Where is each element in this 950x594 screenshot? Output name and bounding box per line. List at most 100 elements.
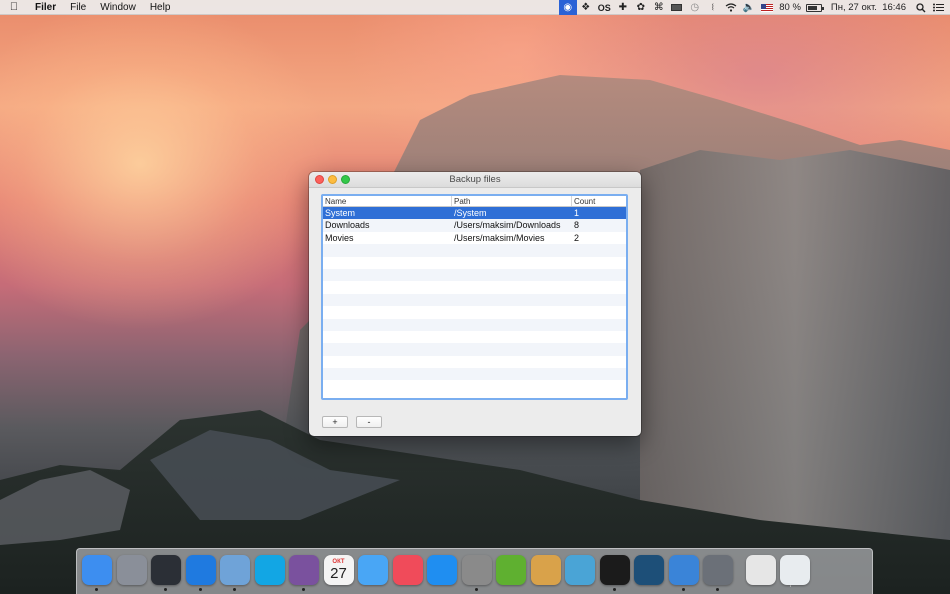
clock[interactable]: Пн, 27 окт. 16:46 bbox=[825, 0, 912, 15]
column-header-path[interactable]: Path bbox=[452, 196, 572, 206]
backup-table[interactable]: Name Path Count System /System 1 Downloa… bbox=[321, 194, 628, 400]
title-bar[interactable]: Backup files bbox=[309, 172, 641, 188]
preview-tile bbox=[220, 555, 250, 585]
empty-row bbox=[323, 268, 626, 282]
coda-icon[interactable] bbox=[495, 554, 527, 586]
add-button[interactable]: + bbox=[322, 416, 348, 428]
bird-icon[interactable]: ✿ bbox=[632, 0, 650, 15]
skype-icon[interactable] bbox=[254, 554, 286, 586]
cell-path: /Users/maksim/Movies bbox=[454, 232, 545, 243]
cell-count: 1 bbox=[574, 208, 580, 218]
command-icon[interactable]: ⌘ bbox=[650, 0, 668, 15]
cell-name: Downloads bbox=[325, 220, 370, 231]
launchpad-tile bbox=[116, 555, 147, 585]
battery-percent[interactable]: 80 % bbox=[776, 0, 803, 15]
volume-icon[interactable]: 🔈 bbox=[740, 0, 758, 15]
running-indicator bbox=[681, 588, 685, 591]
cell-count: 2 bbox=[574, 232, 580, 243]
finder-icon[interactable] bbox=[81, 554, 113, 591]
messages-tile bbox=[358, 555, 388, 585]
flag-us-icon[interactable] bbox=[758, 0, 776, 15]
table-header: Name Path Count bbox=[323, 196, 626, 207]
dropbox-icon[interactable]: ❖ bbox=[577, 0, 595, 15]
app-store-tile bbox=[427, 555, 457, 585]
remove-button[interactable]: - bbox=[356, 416, 382, 428]
running-indicator bbox=[716, 588, 719, 591]
empty-row bbox=[323, 318, 626, 331]
os-icon[interactable]: OS bbox=[595, 0, 614, 15]
empty-row bbox=[323, 380, 626, 392]
running-indicator bbox=[198, 588, 202, 591]
xcode-icon[interactable] bbox=[668, 554, 700, 591]
disk-utility-icon[interactable] bbox=[702, 554, 734, 591]
dock: ОКТ 27 bbox=[76, 548, 873, 594]
menu-window[interactable]: Window bbox=[93, 0, 143, 15]
cell-name: System bbox=[325, 208, 356, 218]
running-indicator bbox=[302, 588, 305, 591]
menu-bar:  Filer File Window Help ◉ ❖ OS ✚ ✿ ⌘ ◷ … bbox=[0, 0, 950, 15]
launchpad-icon[interactable] bbox=[116, 554, 148, 586]
empty-row bbox=[323, 244, 626, 257]
xcode-simulator-icon[interactable] bbox=[564, 554, 596, 586]
terminal-icon[interactable] bbox=[599, 554, 631, 591]
status-area: ◉ ❖ OS ✚ ✿ ⌘ ◷ ⧙ 🔈 80 % Пн, 27 окт. 16:4… bbox=[558, 0, 950, 15]
mission-control-icon[interactable] bbox=[150, 554, 182, 591]
screen-icon[interactable] bbox=[668, 0, 686, 15]
system-preferences-icon[interactable] bbox=[461, 554, 493, 591]
table-controls: + - bbox=[322, 416, 382, 428]
menu-help[interactable]: Help bbox=[143, 0, 178, 15]
empty-row bbox=[323, 331, 626, 343]
calendar-icon[interactable]: ОКТ 27 bbox=[323, 554, 355, 586]
empty-row bbox=[323, 368, 626, 381]
cell-name: Movies bbox=[325, 232, 354, 243]
running-indicator bbox=[612, 588, 616, 591]
trash-icon[interactable] bbox=[779, 554, 811, 586]
apple-icon[interactable]:  bbox=[0, 1, 28, 13]
running-indicator bbox=[95, 588, 98, 591]
box-app-tile bbox=[530, 555, 561, 585]
table-row[interactable]: Downloads /Users/maksim/Downloads 8 bbox=[323, 219, 626, 232]
skype-tile bbox=[254, 555, 285, 585]
table-row[interactable]: System /System 1 bbox=[323, 207, 626, 220]
app-store-icon[interactable] bbox=[426, 554, 458, 586]
wifi-icon[interactable] bbox=[722, 0, 740, 15]
cell-count: 8 bbox=[574, 220, 580, 231]
downloads-stack-icon[interactable] bbox=[745, 554, 777, 586]
list-icon[interactable] bbox=[930, 0, 950, 15]
cell-path: /Users/maksim/Downloads bbox=[454, 220, 561, 231]
search-icon[interactable] bbox=[912, 0, 930, 15]
coda-tile bbox=[496, 555, 526, 585]
viber-icon[interactable] bbox=[288, 554, 320, 591]
running-indicator bbox=[233, 588, 236, 591]
empty-row bbox=[323, 306, 626, 318]
empty-row bbox=[323, 356, 626, 368]
running-indicator bbox=[474, 588, 478, 591]
xcode-simulator-tile bbox=[565, 555, 595, 585]
empty-row bbox=[323, 343, 626, 356]
calendar-day: 27 bbox=[330, 564, 347, 582]
timemachine-icon[interactable]: ◷ bbox=[686, 0, 704, 15]
itunes-icon[interactable] bbox=[392, 554, 424, 586]
itunes-tile bbox=[392, 555, 423, 585]
1password-icon[interactable]: ◉ bbox=[558, 0, 577, 15]
sourcetree-icon[interactable] bbox=[633, 554, 665, 586]
column-header-count[interactable]: Count bbox=[572, 196, 626, 206]
table-row[interactable]: Movies /Users/maksim/Movies 2 bbox=[323, 232, 626, 244]
preview-icon[interactable] bbox=[219, 554, 251, 591]
safari-icon[interactable] bbox=[185, 554, 217, 591]
column-header-name[interactable]: Name bbox=[323, 196, 452, 206]
viber-tile bbox=[289, 555, 319, 585]
cell-path: /System bbox=[454, 208, 487, 218]
messages-icon[interactable] bbox=[357, 554, 389, 586]
mission-control-tile bbox=[151, 555, 181, 585]
menu-app-name[interactable]: Filer bbox=[28, 0, 63, 15]
window-title: Backup files bbox=[449, 174, 501, 185]
menu-file[interactable]: File bbox=[63, 0, 93, 15]
plus-icon[interactable]: ✚ bbox=[614, 0, 632, 15]
terminal-tile bbox=[599, 555, 630, 585]
battery-icon[interactable] bbox=[803, 0, 825, 15]
bluetooth-icon[interactable]: ⧙ bbox=[704, 0, 722, 15]
system-preferences-tile bbox=[461, 555, 492, 585]
empty-row bbox=[323, 257, 626, 269]
box-app-icon[interactable] bbox=[530, 554, 562, 586]
